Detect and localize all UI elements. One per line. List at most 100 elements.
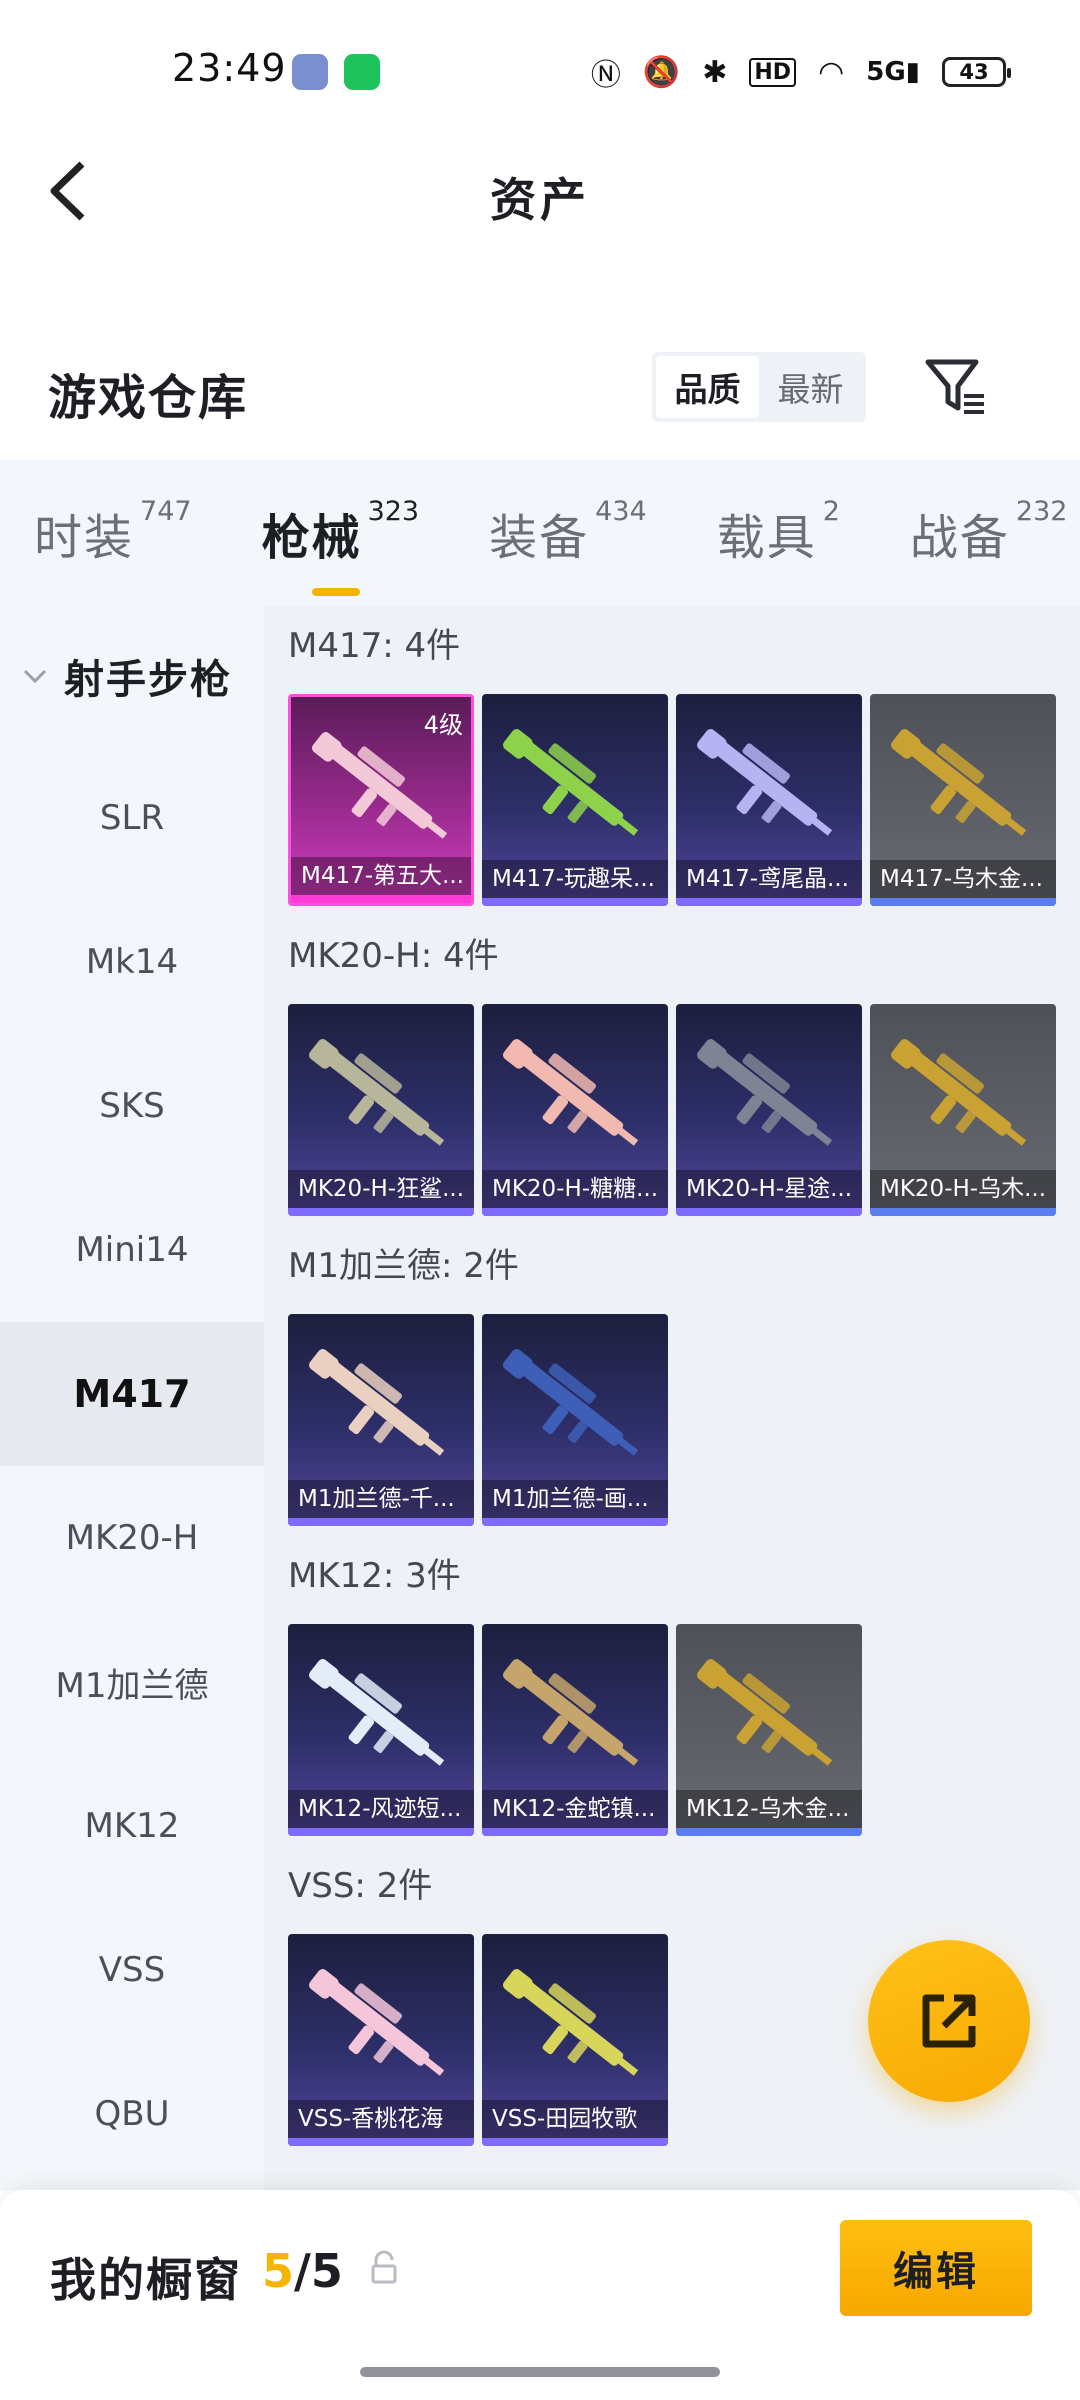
rifle-icon: [308, 1039, 445, 1146]
weapon-card[interactable]: MK20-H-星途...: [676, 1004, 862, 1216]
tab-active-indicator: [311, 588, 360, 596]
share-icon: [922, 1994, 976, 2048]
weapon-name: MK12-金蛇镇...: [482, 1790, 668, 1828]
category-tabs: 时装 747 枪械 323 装备 434 载具 2 战备 232: [0, 460, 1080, 606]
weapon-name: MK20-H-乌木...: [870, 1170, 1056, 1208]
rifle-icon: [308, 1659, 445, 1766]
tab-label: 战备: [909, 510, 1010, 566]
tab-weapons[interactable]: 枪械 323: [261, 496, 420, 596]
showcase-label: 我的橱窗: [50, 2253, 242, 2307]
sidebar-item-qbu[interactable]: QBU: [0, 2042, 264, 2186]
rifle-icon: [502, 1659, 639, 1766]
rifle-icon: [311, 732, 448, 839]
weapon-card[interactable]: M417-玩趣呆...: [482, 694, 668, 906]
sidebar-item-slr[interactable]: SLR: [0, 746, 264, 890]
weapon-card[interactable]: M417-鸢尾晶...: [676, 694, 862, 906]
tab-count: 232: [1015, 496, 1068, 527]
sidebar-item-vss[interactable]: VSS: [0, 1898, 264, 2042]
weapon-type-sidebar: 射手步枪 SLR Mk14 SKS Mini14 M417 MK20-H M1加…: [0, 606, 264, 2190]
weapon-name: M417-鸢尾晶...: [676, 860, 862, 898]
rarity-strip: [676, 1208, 862, 1216]
showcase-count: 5/5: [262, 2244, 343, 2298]
edit-button[interactable]: 编辑: [840, 2220, 1032, 2316]
tab-label: 枪械: [261, 510, 362, 566]
weapon-name: M1加兰德-画...: [482, 1480, 668, 1518]
weapon-card[interactable]: MK20-H-糖糖...: [482, 1004, 668, 1216]
lock-icon: [371, 2250, 397, 2284]
warehouse-title: 游戏仓库: [48, 370, 249, 426]
rarity-strip: [482, 1828, 668, 1836]
weapon-card[interactable]: MK12-金蛇镇...: [482, 1624, 668, 1836]
rarity-strip: [288, 2138, 474, 2146]
rifle-icon: [696, 1039, 833, 1146]
tab-fashion[interactable]: 时装 747: [34, 496, 192, 568]
battery-level: 43: [959, 60, 989, 84]
sidebar-category-header[interactable]: 射手步枪: [0, 606, 264, 746]
wifi-icon: ◠: [818, 54, 845, 90]
rarity-strip: [288, 1208, 474, 1216]
tab-supplies[interactable]: 战备 232: [909, 496, 1068, 568]
weapon-card[interactable]: MK20-H-狂鲨...: [288, 1004, 474, 1216]
green-app-icon: [344, 54, 380, 90]
weapon-name: VSS-香桃花海: [288, 2100, 474, 2138]
nfc-icon: Ⓝ: [590, 58, 621, 93]
sidebar-item-mini14[interactable]: Mini14: [0, 1178, 264, 1322]
rarity-strip: [482, 898, 668, 906]
tab-count: 2: [822, 496, 840, 527]
rarity-strip: [291, 895, 471, 903]
weapon-card[interactable]: M1加兰德-千...: [288, 1314, 474, 1526]
sidebar-item-m1-garand[interactable]: M1加兰德: [0, 1610, 264, 1754]
tab-label: 载具: [716, 510, 817, 566]
weapon-card[interactable]: MK12-风迹短...: [288, 1624, 474, 1836]
weapon-name: M417-乌木金...: [870, 860, 1056, 898]
sidebar-item-m417[interactable]: M417: [0, 1322, 264, 1466]
rifle-icon: [890, 729, 1027, 836]
weapon-card[interactable]: VSS-香桃花海: [288, 1934, 474, 2146]
battery-icon: 43: [942, 57, 1011, 87]
sidebar-item-sks[interactable]: SKS: [0, 1034, 264, 1178]
group-title: MK20-H: 4件: [288, 936, 499, 976]
weapon-card[interactable]: MK12-乌木金...: [676, 1624, 862, 1836]
sidebar-item-mk12[interactable]: MK12: [0, 1754, 264, 1898]
weapon-name: MK20-H-糖糖...: [482, 1170, 668, 1208]
rarity-strip: [482, 2138, 668, 2146]
filter-icon[interactable]: [924, 356, 988, 416]
tab-count: 323: [367, 496, 420, 527]
weapon-card[interactable]: VSS-田园牧歌: [482, 1934, 668, 2146]
5g-signal-icon: 5G▮: [866, 57, 920, 87]
mute-icon: 🔕: [642, 54, 681, 90]
rifle-icon: [502, 1969, 639, 2076]
tab-count: 434: [595, 496, 647, 527]
sort-quality-button[interactable]: 品质: [656, 356, 759, 418]
rifle-icon: [696, 729, 833, 836]
weapon-name: VSS-田园牧歌: [482, 2100, 668, 2138]
weapon-card[interactable]: M417-乌木金...: [870, 694, 1056, 906]
weapon-card[interactable]: MK20-H-乌木...: [870, 1004, 1056, 1216]
sidebar-item-mk14[interactable]: Mk14: [0, 890, 264, 1034]
group-title: M1加兰德: 2件: [288, 1246, 519, 1286]
group-title: MK12: 3件: [288, 1556, 461, 1596]
tab-equipment[interactable]: 装备 434: [489, 496, 647, 568]
weapon-card[interactable]: 4级 M417-第五大...: [288, 694, 474, 906]
tab-vehicles[interactable]: 载具 2: [716, 496, 840, 568]
top-header: 资产: [0, 140, 1080, 250]
sort-latest-button[interactable]: 最新: [759, 356, 862, 418]
tab-label: 装备: [489, 510, 590, 566]
rarity-strip: [676, 1828, 862, 1836]
sort-toggle: 品质 最新: [652, 352, 866, 422]
weapon-name: MK12-乌木金...: [676, 1790, 862, 1828]
weapon-card[interactable]: M1加兰德-画...: [482, 1314, 668, 1526]
rarity-strip: [482, 1208, 668, 1216]
rifle-icon: [308, 1349, 445, 1456]
tab-count: 747: [140, 496, 192, 527]
sidebar-item-mk20h[interactable]: MK20-H: [0, 1466, 264, 1610]
weapon-name: M417-玩趣呆...: [482, 860, 668, 898]
weapon-name: M417-第五大...: [291, 857, 471, 895]
showcase-count-total: /5: [294, 2244, 343, 2298]
home-indicator[interactable]: [360, 2367, 720, 2377]
share-button[interactable]: [868, 1940, 1030, 2102]
page-title: 资产: [490, 173, 590, 227]
group-title: VSS: 2件: [288, 1866, 433, 1906]
cat-app-icon: [292, 54, 328, 90]
status-icons: Ⓝ 🔕 ✱ HD ◠ 5G▮ 43: [590, 50, 1011, 94]
